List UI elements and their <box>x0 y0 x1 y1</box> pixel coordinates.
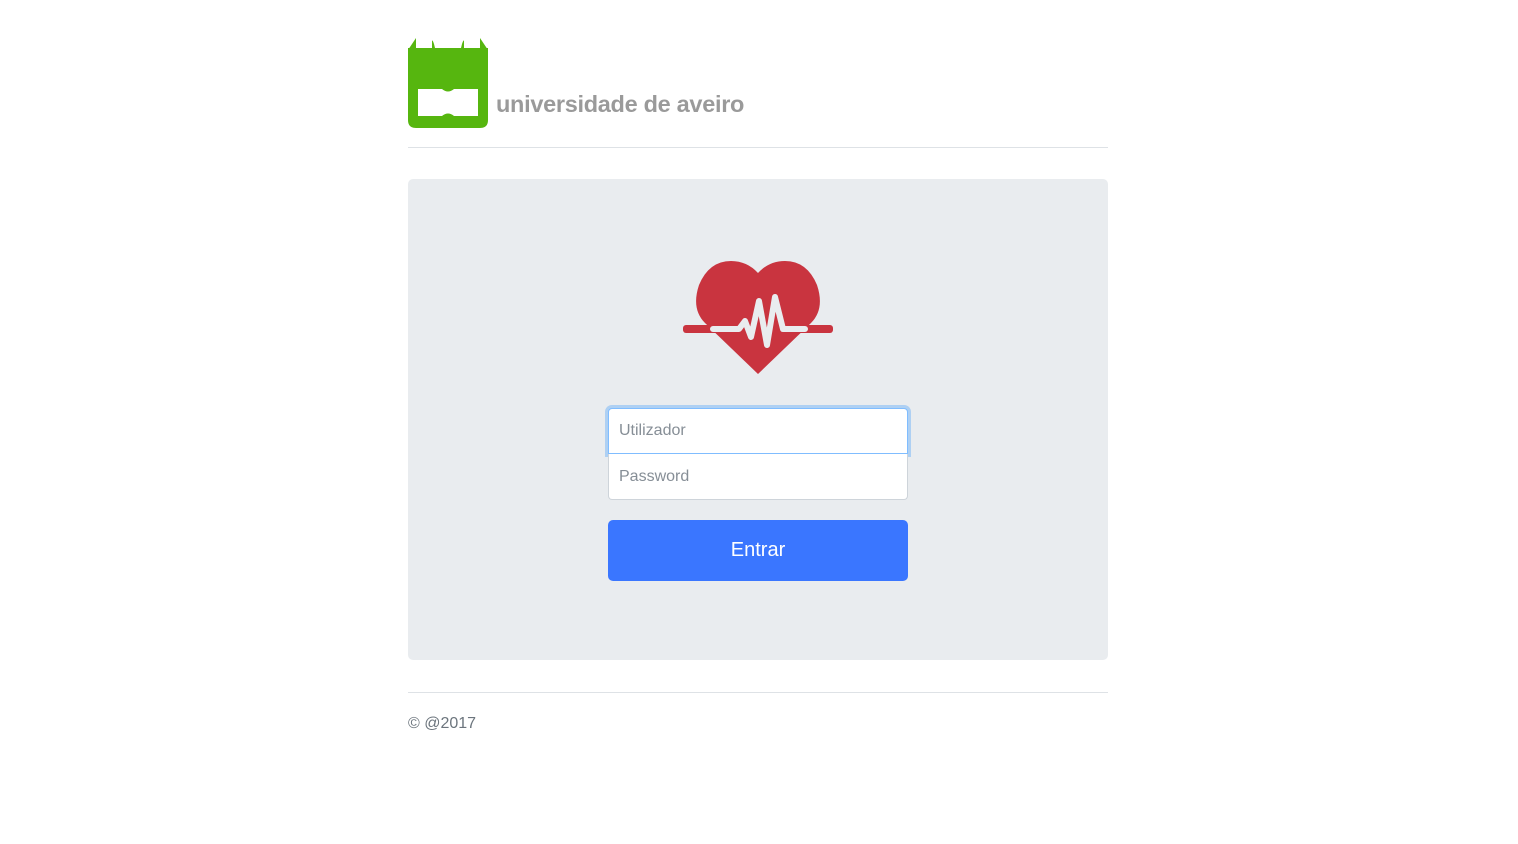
username-input[interactable] <box>608 408 908 454</box>
footer: © @2017 <box>408 692 1108 733</box>
header: universidade de aveiro <box>408 0 1108 148</box>
login-panel: Entrar <box>408 179 1108 660</box>
copyright-text: © @2017 <box>408 715 477 732</box>
ua-logo-icon <box>408 38 488 128</box>
university-name: universidade de aveiro <box>496 91 745 117</box>
heartbeat-icon <box>683 261 833 374</box>
login-button[interactable]: Entrar <box>608 520 908 581</box>
page-container: universidade de aveiro Entrar © @2017 <box>408 0 1108 732</box>
password-input[interactable] <box>608 454 908 500</box>
